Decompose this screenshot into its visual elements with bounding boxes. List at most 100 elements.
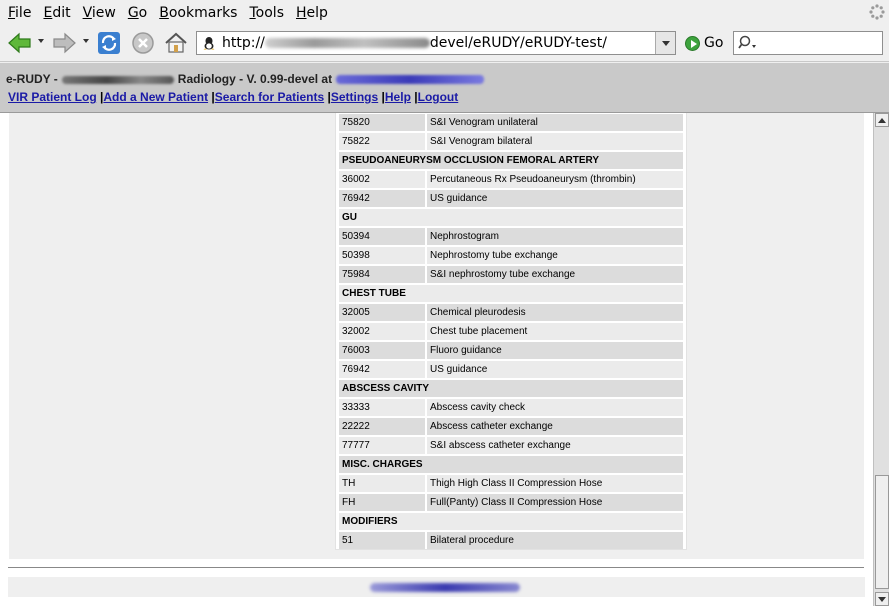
- section-header-row: MODIFIERS: [339, 513, 683, 530]
- table-row: 75820 S&I Venogram unilateral: [339, 114, 683, 131]
- nav-link-add-a-new-patient[interactable]: Add a New Patient: [103, 90, 208, 104]
- menu-bookmarks[interactable]: Bookmarks: [153, 5, 243, 21]
- procedure-description: Fluoro guidance: [427, 342, 683, 359]
- section-header: CHEST TUBE: [339, 285, 683, 302]
- nav-link-logout[interactable]: Logout: [418, 90, 459, 104]
- nav-link-settings[interactable]: Settings: [331, 90, 378, 104]
- home-icon: [165, 32, 187, 53]
- table-row: 33333 Abscess cavity check: [339, 399, 683, 416]
- procedure-code: 22222: [339, 418, 425, 435]
- app-nav-links: VIR Patient Log |Add a New Patient |Sear…: [8, 90, 459, 104]
- url-bar[interactable]: http://devel/eRUDY/eRUDY-test/: [196, 31, 676, 55]
- forward-button[interactable]: [50, 29, 78, 57]
- procedure-description: S&I Venogram bilateral: [427, 133, 683, 150]
- nav-link-help[interactable]: Help: [385, 90, 411, 104]
- procedure-code-table: 75820 S&I Venogram unilateral 75822 S&I Ven…: [335, 113, 687, 550]
- redacted-host-link[interactable]: [336, 75, 485, 85]
- table-row: 50398 Nephrostomy tube exchange: [339, 247, 683, 264]
- table-row: 76003 Fluoro guidance: [339, 342, 683, 359]
- section-header: MODIFIERS: [339, 513, 683, 530]
- section-header: ABSCESS CAVITY: [339, 380, 683, 397]
- procedure-code: 76003: [339, 342, 425, 359]
- section-header-row: PSEUDOANEURYSM OCCLUSION FEMORAL ARTERY: [339, 152, 683, 169]
- throbber-icon: [869, 4, 885, 20]
- procedure-description: Thigh High Class II Compression Hose: [427, 475, 683, 492]
- content-panel: 75820 S&I Venogram unilateral 75822 S&I Ven…: [9, 113, 864, 559]
- procedure-code: 50394: [339, 228, 425, 245]
- section-header: MISC. CHARGES: [339, 456, 683, 473]
- procedure-code: FH: [339, 494, 425, 511]
- table-row: 32005 Chemical pleurodesis: [339, 304, 683, 321]
- section-header-row: GU: [339, 209, 683, 226]
- redacted-institution: [61, 75, 174, 84]
- back-button[interactable]: [6, 29, 34, 57]
- procedure-code: 32002: [339, 323, 425, 340]
- procedure-code: 75984: [339, 266, 425, 283]
- redacted-footer-link[interactable]: [370, 583, 520, 592]
- menu-edit[interactable]: Edit: [37, 5, 76, 21]
- table-row: 76942 US guidance: [339, 361, 683, 378]
- procedure-code: 50398: [339, 247, 425, 264]
- procedure-description: Abscess cavity check: [427, 399, 683, 416]
- table-row: 32002 Chest tube placement: [339, 323, 683, 340]
- footer: [8, 577, 865, 597]
- chevron-down-icon: [878, 596, 886, 602]
- procedure-description: US guidance: [427, 190, 683, 207]
- table-row: 77777 S&I abscess catheter exchange: [339, 437, 683, 454]
- procedure-description: Full(Panty) Class II Compression Hose: [427, 494, 683, 511]
- section-header-row: MISC. CHARGES: [339, 456, 683, 473]
- section-header: GU: [339, 209, 683, 226]
- home-button[interactable]: [162, 29, 190, 57]
- procedure-code: 76942: [339, 190, 425, 207]
- procedure-code: 36002: [339, 171, 425, 188]
- vertical-scrollbar[interactable]: [873, 113, 889, 606]
- procedure-description: Nephrostomy tube exchange: [427, 247, 683, 264]
- table-row: FH Full(Panty) Class II Compression Hose: [339, 494, 683, 511]
- table-row: 75984 S&I nephrostomy tube exchange: [339, 266, 683, 283]
- go-icon: [685, 35, 700, 51]
- table-row: 22222 Abscess catheter exchange: [339, 418, 683, 435]
- menu-view[interactable]: View: [77, 5, 122, 21]
- menu-go[interactable]: Go: [122, 5, 153, 21]
- back-arrow-icon: [8, 32, 31, 54]
- forward-history-dropdown[interactable]: [83, 39, 89, 43]
- table-row: 36002 Percutaneous Rx Pseudoaneurysm (thr…: [339, 171, 683, 188]
- table-row: 76942 US guidance: [339, 190, 683, 207]
- procedure-code: 77777: [339, 437, 425, 454]
- scroll-down-button[interactable]: [875, 592, 889, 606]
- divider: [8, 567, 864, 569]
- procedure-code: 33333: [339, 399, 425, 416]
- search-input[interactable]: [733, 31, 883, 55]
- procedure-description: Bilateral procedure: [427, 532, 683, 549]
- scroll-up-button[interactable]: [875, 113, 889, 127]
- procedure-code: 51: [339, 532, 425, 549]
- nav-link-search-for-patients[interactable]: Search for Patients: [215, 90, 324, 104]
- url-history-dropdown[interactable]: [655, 32, 675, 54]
- procedure-description: Chest tube placement: [427, 323, 683, 340]
- table-row: 75822 S&I Venogram bilateral: [339, 133, 683, 150]
- chevron-down-icon: [661, 40, 670, 46]
- section-header-row: ABSCESS CAVITY: [339, 380, 683, 397]
- table-row: TH Thigh High Class II Compression Hose: [339, 475, 683, 492]
- menu-file[interactable]: File: [2, 5, 37, 21]
- menu-tools[interactable]: Tools: [243, 5, 290, 21]
- reload-button[interactable]: [95, 29, 123, 57]
- stop-button[interactable]: [129, 29, 157, 57]
- table-row: 50394 Nephrostogram: [339, 228, 683, 245]
- table-row: 51 Bilateral procedure: [339, 532, 683, 549]
- scrollbar-thumb[interactable]: [875, 475, 889, 589]
- go-button[interactable]: Go: [685, 34, 723, 52]
- procedure-description: Abscess catheter exchange: [427, 418, 683, 435]
- app-title: e-RUDY - Radiology - V. 0.99-devel at: [6, 72, 485, 86]
- site-identity-icon: [203, 37, 215, 50]
- menu-bar: File Edit View Go Bookmarks Tools Help: [0, 0, 889, 25]
- nav-link-vir-patient-log[interactable]: VIR Patient Log: [8, 90, 97, 104]
- procedure-code: 32005: [339, 304, 425, 321]
- search-icon: [738, 35, 756, 49]
- back-history-dropdown[interactable]: [38, 39, 44, 43]
- menu-help[interactable]: Help: [290, 5, 334, 21]
- procedure-description: S&I abscess catheter exchange: [427, 437, 683, 454]
- page-content: 75820 S&I Venogram unilateral 75822 S&I Ven…: [0, 113, 873, 606]
- url-text[interactable]: http://devel/eRUDY/eRUDY-test/: [222, 35, 607, 51]
- procedure-code: 75822: [339, 133, 425, 150]
